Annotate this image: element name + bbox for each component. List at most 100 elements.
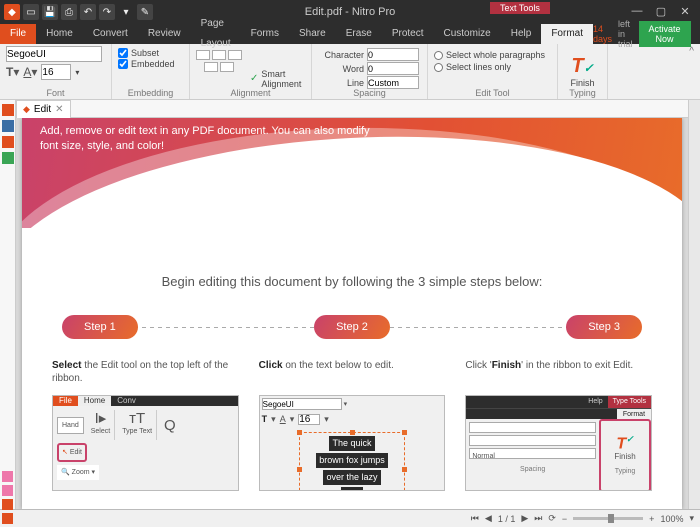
menu-share[interactable]: Share	[289, 24, 336, 44]
align-right-button[interactable]	[228, 50, 242, 60]
app-logo-icon[interactable]: ◆	[4, 4, 20, 20]
shot1-q: Q	[164, 419, 176, 432]
menu-convert[interactable]: Convert	[83, 24, 138, 44]
ribbon-group-edit-tool: Select whole paragraphs Select lines onl…	[428, 44, 558, 99]
sidebar-icon-1[interactable]	[2, 104, 14, 116]
select-lines-only-radio[interactable]: Select lines only	[434, 62, 551, 72]
open-icon[interactable]: ▭	[23, 4, 39, 20]
shot3-format: Format	[617, 409, 651, 419]
close-button[interactable]: ✕	[678, 5, 692, 19]
shot1-edit-highlight: ↖Edit	[57, 443, 87, 462]
shot3-spacing-label: Spacing	[469, 463, 596, 476]
spacing-char-label: Character	[318, 50, 364, 60]
shot2-line3: over the lazy	[323, 470, 380, 485]
doc-tab-close-icon[interactable]: ✕	[55, 104, 63, 115]
col2-bold: Click	[259, 360, 283, 371]
sidebar-bottom-4[interactable]	[2, 513, 13, 524]
col2-text: on the text below to edit.	[283, 360, 394, 371]
align-left-button[interactable]	[196, 50, 210, 60]
redo-icon[interactable]: ↷	[99, 4, 115, 20]
shot1-conv: Conv	[111, 396, 142, 406]
menu-file[interactable]: File	[0, 24, 36, 44]
menu-customize[interactable]: Customize	[434, 24, 501, 44]
sidebar-icon-2[interactable]	[2, 120, 14, 132]
doc-tab-icon: ◆	[23, 104, 30, 115]
ribbon-label-spacing: Spacing	[312, 88, 427, 98]
subset-checkbox[interactable]: Subset	[118, 48, 183, 58]
window-title: Edit.pdf - Nitro Pro	[305, 6, 395, 18]
login-link[interactable]: Log In	[697, 24, 700, 44]
align-justify-button[interactable]	[204, 62, 218, 72]
embedded-checkbox[interactable]: Embedded	[118, 59, 183, 69]
menu-format[interactable]: Format	[541, 24, 593, 44]
font-style-icon[interactable]: A▾	[23, 65, 37, 79]
ribbon-group-typing: T✓ Finish Typing	[558, 44, 608, 99]
undo-icon[interactable]: ↶	[80, 4, 96, 20]
shot2-line1: The quick	[329, 436, 374, 451]
shot1-hand: Hand	[62, 422, 79, 429]
shot2-size	[298, 414, 320, 425]
ribbon-label-typing: Typing	[558, 88, 607, 98]
left-sidebar	[0, 100, 16, 509]
screenshot-1: File Home Conv Hand I▸Select ᴛTType Text…	[52, 395, 239, 491]
sidebar-bottom-1[interactable]	[2, 471, 13, 482]
font-family-select[interactable]	[6, 46, 102, 62]
menu-protect[interactable]: Protect	[382, 24, 434, 44]
quick-access-toolbar: ◆ ▭ 💾 ⎙ ↶ ↷ ▾ ✎	[0, 4, 157, 20]
shot2-line4: dog	[341, 487, 362, 491]
ribbon: T▾ A▾ ▾ Font Subset Embedded Embedding ✓	[0, 44, 700, 100]
banner-line1: Add, remove or edit text in any PDF docu…	[40, 124, 370, 139]
nav-first-icon[interactable]: ⏮	[471, 513, 479, 524]
zoom-in-icon[interactable]: +	[649, 514, 654, 524]
menu-help[interactable]: Help	[501, 24, 542, 44]
cursor-icon: ↖	[62, 446, 68, 459]
column-1: Select the Edit tool on the top left of …	[52, 359, 239, 491]
text-color-icon[interactable]: T▾	[6, 65, 19, 79]
shot3-finish-label: Finish	[614, 450, 635, 463]
size-dropdown-icon[interactable]: ▾	[75, 68, 79, 77]
menu-review[interactable]: Review	[138, 24, 191, 44]
document-tab[interactable]: ◆ Edit ✕	[16, 100, 71, 118]
menu-home[interactable]: Home	[36, 24, 83, 44]
steps-row: Step 1 Step 2 Step 3	[62, 315, 642, 339]
minimize-button[interactable]: —	[630, 5, 644, 19]
shot1-typetext: Type Text	[122, 425, 152, 438]
zoom-dropdown-icon[interactable]: ▾	[689, 513, 694, 524]
shot1-select-icon: I▸	[95, 412, 107, 425]
sidebar-icon-4[interactable]	[2, 152, 14, 164]
vertical-scrollbar[interactable]	[688, 100, 700, 509]
spacing-char-input[interactable]	[367, 48, 419, 61]
refresh-icon[interactable]: ⟳	[548, 513, 556, 524]
menu-erase[interactable]: Erase	[336, 24, 382, 44]
column-2: Click on the text below to edit. ▾ T▾ A▾…	[259, 359, 446, 491]
column-3: Click 'Finish' in the ribbon to exit Edi…	[465, 359, 652, 491]
collapse-ribbon-button[interactable]: ^	[683, 44, 700, 99]
shot3-finish-highlight: T✓ Finish Typing	[599, 419, 651, 491]
sidebar-icon-3[interactable]	[2, 136, 14, 148]
nav-prev-icon[interactable]: ◀	[485, 513, 492, 524]
tool-icon[interactable]: ✎	[137, 4, 153, 20]
col3-bold: Finish	[492, 360, 521, 371]
ribbon-group-spacing: Character Word Line Spacing	[312, 44, 428, 99]
more-icon[interactable]: ▾	[118, 4, 134, 20]
font-size-input[interactable]	[41, 64, 71, 80]
nav-last-icon[interactable]: ⏭	[534, 513, 542, 524]
save-icon[interactable]: 💾	[42, 4, 58, 20]
zoom-slider[interactable]	[573, 517, 643, 520]
shot1-typetext-icon: ᴛT	[129, 412, 145, 425]
finish-label[interactable]: Finish	[570, 78, 594, 88]
menu-forms[interactable]: Forms	[241, 24, 289, 44]
print-icon[interactable]: ⎙	[61, 4, 77, 20]
zoom-out-icon[interactable]: −	[562, 514, 567, 524]
sidebar-bottom-3[interactable]	[2, 499, 13, 510]
maximize-button[interactable]: ▢	[654, 5, 668, 19]
step-2-pill: Step 2	[314, 315, 390, 339]
nav-next-icon[interactable]: ▶	[521, 513, 528, 524]
finish-icon[interactable]: T✓	[571, 55, 593, 78]
select-whole-paragraphs-radio[interactable]: Select whole paragraphs	[434, 50, 551, 60]
page-indicator: 1 / 1	[498, 514, 516, 524]
sidebar-bottom-2[interactable]	[2, 485, 13, 496]
align-full-button[interactable]	[220, 62, 234, 72]
align-center-button[interactable]	[212, 50, 226, 60]
spacing-word-input[interactable]	[367, 62, 419, 75]
